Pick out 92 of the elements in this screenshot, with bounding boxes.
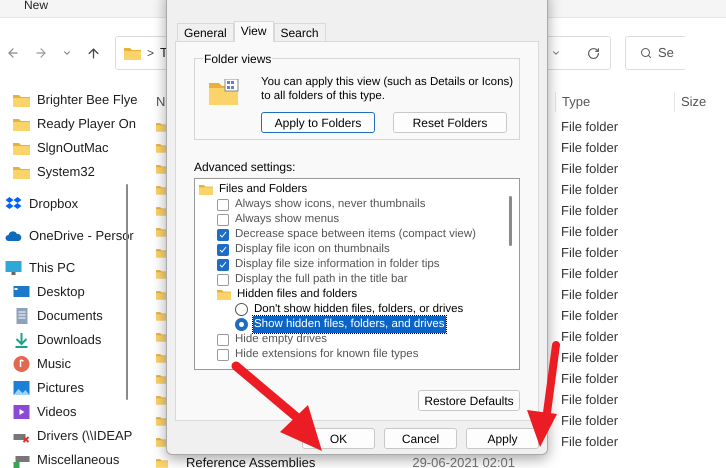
- up-icon[interactable]: [86, 46, 101, 60]
- tab[interactable]: Search: [274, 23, 326, 41]
- setting-label: Show hidden files, folders, and drives: [253, 316, 446, 334]
- file-type: File folder: [560, 202, 618, 220]
- breadcrumb-separator: >: [147, 45, 154, 62]
- setting-label: Always show icons, never thumbnails: [234, 196, 426, 212]
- setting-label: Hide extensions for known file types: [234, 346, 420, 362]
- file-type: File folder: [560, 348, 618, 367]
- file-type: File folder: [560, 244, 618, 262]
- restore-defaults-button[interactable]: Restore Defaults: [418, 390, 520, 411]
- sidebar-item[interactable]: Music: [0, 352, 150, 376]
- setting-label: Don't show hidden files, folders, or drives: [253, 302, 464, 317]
- folder-icon: [217, 289, 231, 300]
- tab[interactable]: View: [234, 21, 274, 42]
- radio-button[interactable]: [235, 318, 248, 331]
- folder-view-icon: [209, 79, 239, 105]
- setting-label: Always show menus: [234, 212, 340, 227]
- setting-label: Display file icon on thumbnails: [234, 242, 391, 257]
- setting-label: Display file size information in folder tips: [234, 256, 441, 272]
- folder-icon: [13, 166, 30, 178]
- forward-icon[interactable]: [34, 46, 48, 60]
- scrollbar-thumb[interactable]: [509, 196, 512, 246]
- radio-button[interactable]: [235, 303, 248, 316]
- setting-label: Files and Folders: [218, 182, 308, 197]
- sidebar-item[interactable]: Brighter Bee Flye: [0, 88, 150, 112]
- download-icon: [13, 332, 30, 348]
- file-type: File folder: [560, 306, 618, 325]
- picture-icon: [13, 380, 30, 396]
- file-type: File folder: [560, 412, 618, 430]
- sidebar-item[interactable]: This PC: [0, 256, 150, 280]
- sidebar-item[interactable]: Ready Player On: [0, 112, 150, 136]
- file-type: File folder: [560, 432, 618, 451]
- reset-folders-button[interactable]: Reset Folders: [393, 112, 507, 133]
- folder-icon: [13, 94, 30, 106]
- apply-button[interactable]: Apply: [466, 428, 539, 449]
- checkbox[interactable]: [217, 258, 229, 270]
- sidebar-item[interactable]: Pictures: [0, 376, 150, 400]
- file-type: File folder: [560, 286, 618, 304]
- video-icon: [13, 404, 30, 420]
- sidebar-item[interactable]: Downloads: [0, 328, 150, 352]
- file-type: File folder: [560, 118, 618, 136]
- file-type: File folder: [560, 328, 618, 346]
- back-icon[interactable]: [6, 46, 20, 60]
- cancel-button[interactable]: Cancel: [384, 428, 457, 449]
- date-modified: 29-06-2021 02:01: [412, 454, 515, 468]
- sidebar-item[interactable]: Documents: [0, 304, 150, 328]
- folder-icon: [13, 142, 30, 154]
- folder-icon: [156, 456, 168, 468]
- sidebar-item[interactable]: Drivers (\\IDEAP: [0, 424, 150, 448]
- search-field[interactable]: Se: [625, 36, 685, 70]
- file-type: File folder: [560, 390, 618, 409]
- checkbox[interactable]: [217, 198, 229, 210]
- setting-label: Display the full path in the title bar: [234, 272, 409, 287]
- folder-icon: [13, 118, 30, 130]
- folder-views-description: You can apply this view (such as Details or Icons) to all folders of this type.: [261, 75, 514, 103]
- checkbox[interactable]: [217, 348, 229, 360]
- checkbox[interactable]: [217, 274, 229, 286]
- apply-to-folders-button[interactable]: Apply to Folders: [261, 112, 375, 133]
- search-icon: [640, 47, 652, 59]
- desktop-icon: [13, 284, 30, 300]
- column-header[interactable]: Size: [674, 92, 706, 112]
- setting-label: Decrease space between items (compact view): [234, 226, 477, 242]
- folder-icon: [124, 46, 141, 60]
- setting-label: Hidden files and folders: [236, 286, 358, 302]
- checkbox[interactable]: [217, 228, 229, 240]
- dropbox-icon: [5, 196, 22, 212]
- file-type: File folder: [560, 264, 618, 283]
- sidebar-item[interactable]: SlgnOutMac: [0, 136, 150, 160]
- setting-label: Hide empty drives: [234, 332, 328, 347]
- refresh-icon[interactable]: [587, 46, 600, 60]
- file-type: File folder: [560, 180, 618, 199]
- file-name[interactable]: Reference Assemblies: [186, 452, 316, 468]
- checkbox[interactable]: [217, 334, 229, 346]
- tab[interactable]: General: [177, 23, 234, 41]
- sidebar-item[interactable]: System32: [0, 160, 150, 184]
- advanced-settings-label: Advanced settings:: [194, 159, 296, 176]
- monitor-icon: [5, 260, 22, 276]
- file-type: File folder: [560, 222, 618, 241]
- sidebar-item[interactable]: Videos: [0, 400, 150, 424]
- file-type: File folder: [560, 138, 618, 157]
- sidebar-item[interactable]: Miscellaneous: [0, 448, 150, 468]
- column-header[interactable]: Type: [555, 92, 674, 112]
- sidebar-item[interactable]: Desktop: [0, 280, 150, 304]
- scrollbar-thumb[interactable]: [126, 184, 128, 400]
- music-icon: [13, 356, 30, 372]
- checkbox[interactable]: [217, 214, 229, 226]
- sidebar-item[interactable]: Dropbox: [0, 192, 150, 216]
- folder-icon: [199, 184, 213, 195]
- file-type: File folder: [560, 160, 618, 178]
- new-button[interactable]: New: [24, 0, 48, 10]
- checkbox[interactable]: [217, 244, 229, 256]
- file-type: File folder: [560, 370, 618, 388]
